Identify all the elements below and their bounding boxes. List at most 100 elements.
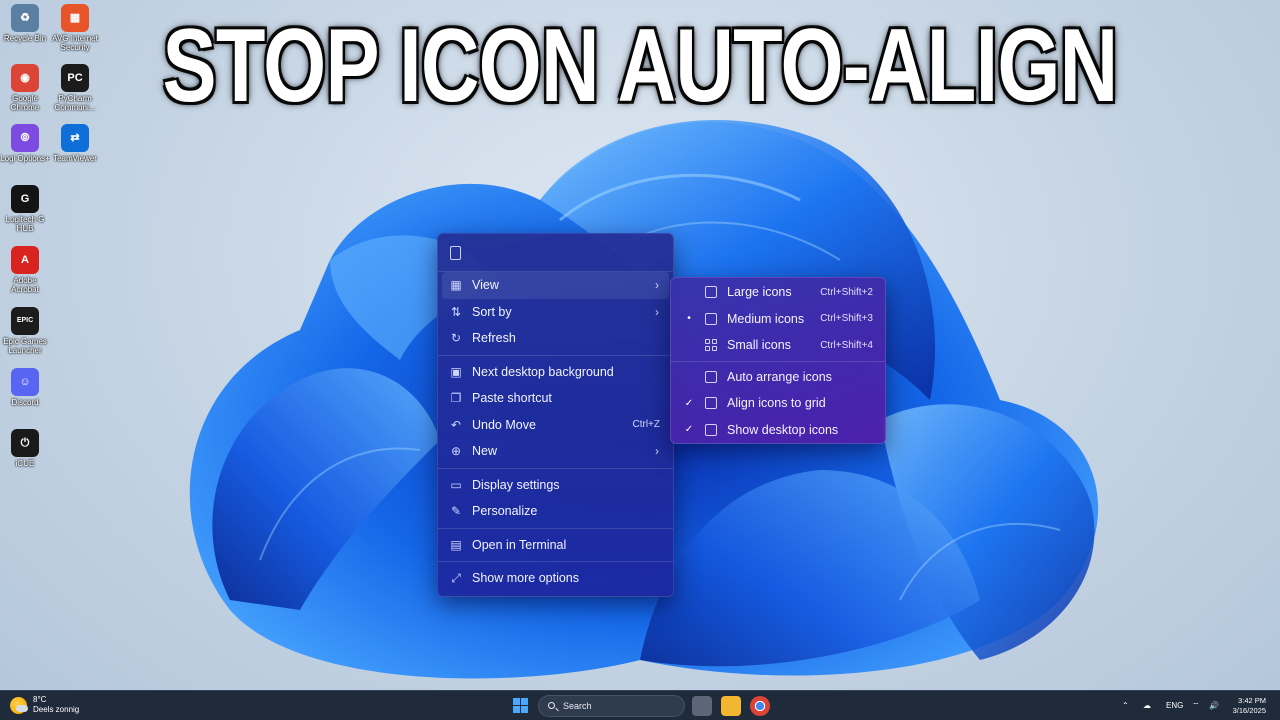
app-icon: G [11,185,39,213]
checkmark-icon: ✓ [684,424,694,436]
menu-item-label: Next desktop background [472,364,614,379]
tray-overflow-chevron-icon[interactable]: ⌃ [1122,691,1129,720]
desktop-icon-label: Adobe Acrobat [11,276,39,294]
desktop-icon[interactable]: G Logitech G HUB [0,185,50,233]
desktop-icon[interactable]: EPIC Epic Games Launcher [0,307,50,355]
headline-title: STOP ICON AUTO-ALIGN [162,8,1119,124]
desktop-icon[interactable]: ⏻ iCUE [0,429,50,468]
menu-separator [438,354,673,356]
desktop-context-menu: ▦ View › ⇅ Sort by › ↻ Refresh ▣ Next desktop bac… [437,233,674,597]
align-grid-icon [705,397,717,410]
desktop-icon[interactable]: ◉ Google Chrome [0,64,50,112]
menu-item-sort-by[interactable]: ⇅ Sort by › [438,299,673,326]
menu-item-paste-shortcut[interactable]: ❐ Paste shortcut [438,385,673,412]
submenu-item-shortcut: Ctrl+Shift+2 [820,286,873,298]
desktop-icon[interactable]: ♻ Recycle Bin [0,4,50,43]
menu-item-next-desktop-background[interactable]: ▣ Next desktop background [438,359,673,386]
wallpaper-icon: ▣ [450,364,462,379]
app-icon: ⦾ [11,124,39,152]
language-indicator[interactable]: ENG [1166,691,1183,720]
submenu-item-label: Medium icons [727,311,805,326]
menu-separator [438,527,673,529]
desktop-icon[interactable]: ☺ Discord [0,368,50,407]
weather-widget[interactable]: 8°C Deels zonnig [10,695,79,715]
submenu-item-auto-arrange-icons[interactable]: Auto arrange icons [671,364,885,391]
submenu-separator [671,360,885,362]
display-icon: ▭ [450,477,462,492]
menu-item-new[interactable]: ⊕ New › [438,438,673,465]
desktop-icon[interactable]: ⦾ Logi Options+ [0,124,50,163]
submenu-item-large-icons[interactable]: Large icons Ctrl+Shift+2 [671,279,885,306]
desktop-icon[interactable]: ⇄ TeamViewer [50,124,100,163]
start-button[interactable] [513,698,529,714]
desktop-icon-label: Google Chrome [10,94,40,112]
submenu-item-medium-icons[interactable]: • Medium icons Ctrl+Shift+3 [671,306,885,333]
submenu-item-align-icons-to-grid[interactable]: ✓ Align icons to grid [671,390,885,417]
menu-item-label: Paste shortcut [472,391,552,406]
desktop-icon-label: Logitech G HUB [5,215,45,233]
volume-icon[interactable]: 🔊 [1209,691,1219,720]
menu-separator [438,561,673,562]
menu-item-undo-move[interactable]: ↶ Undo Move Ctrl+Z [438,412,673,439]
chrome-taskbar-icon[interactable] [750,696,770,716]
desktop-icon[interactable]: PC PyCharm Communi... [50,64,100,112]
submenu-item-small-icons[interactable]: Small icons Ctrl+Shift+4 [671,332,885,359]
context-menu-quick-actions [438,234,673,272]
onedrive-cloud-icon[interactable]: ☁ [1143,691,1151,720]
app-icon: ◉ [11,64,39,92]
clock-date: 3/16/2025 [1232,706,1266,715]
menu-item-view[interactable]: ▦ View › [442,272,669,299]
search-label: Search [563,701,592,711]
app-icon: ⏻ [11,429,39,457]
desktop-icon[interactable]: ▦ AVG Internet Security [50,4,100,52]
undo-icon: ↶ [450,417,462,432]
submenu-item-label: Align icons to grid [727,396,826,411]
taskbar: 8°C Deels zonnig Search ⌃ ☁ ENG ⌔ 🔊 3:42… [0,690,1280,720]
menu-item-label: Open in Terminal [472,537,567,552]
terminal-icon: ▤ [450,537,462,552]
app-icon: ▦ [61,4,89,32]
menu-item-personalize[interactable]: ✎ Personalize [438,498,673,525]
file-explorer-icon[interactable] [721,696,741,716]
menu-item-label: Personalize [472,504,538,519]
menu-separator [438,467,673,469]
clipboard-icon[interactable] [450,246,461,260]
app-icon: ☺ [11,368,39,396]
desktop-icon-label: iCUE [15,459,35,468]
app-icon: A [11,246,39,274]
app-icon: ♻ [11,4,39,32]
menu-item-label: Sort by [472,304,512,319]
checkmark-icon: ✓ [684,397,694,409]
menu-item-label: New [472,444,498,459]
menu-item-show-more-options[interactable]: ⤢ Show more options [438,565,673,592]
weather-description: Deels zonnig [33,705,80,714]
app-icon: EPIC [11,307,39,335]
taskbar-search-box[interactable]: Search [538,695,685,717]
small-icons-icon [705,339,717,352]
chevron-right-icon: › [655,444,659,459]
wifi-icon[interactable]: ⌔ [1192,691,1200,720]
menu-item-label: View [472,278,499,293]
submenu-item-shortcut: Ctrl+Shift+3 [820,313,873,325]
submenu-item-shortcut: Ctrl+Shift+4 [820,339,873,351]
windows-logo-icon [513,698,520,705]
new-icon: ⊕ [450,444,462,459]
taskbar-clock[interactable]: 3:42 PM 3/16/2025 [1233,696,1266,716]
menu-item-display-settings[interactable]: ▭ Display settings [438,472,673,499]
submenu-item-label: Small icons [727,338,791,353]
submenu-item-label: Large icons [727,285,792,300]
task-view-icon[interactable] [692,696,712,716]
submenu-item-label: Auto arrange icons [727,369,832,384]
weather-partly-sunny-icon [10,696,28,714]
menu-item-open-in-terminal[interactable]: ▤ Open in Terminal [438,532,673,559]
search-icon [548,702,555,709]
menu-item-label: Show more options [472,571,580,586]
submenu-item-show-desktop-icons[interactable]: ✓ Show desktop icons [671,417,885,444]
sort-icon: ⇅ [450,304,462,319]
menu-item-label: Refresh [472,331,516,346]
desktop-icon-label: TeamViewer [53,154,97,163]
desktop-icon[interactable]: A Adobe Acrobat [0,246,50,294]
large-icons-icon [705,286,717,299]
menu-item-refresh[interactable]: ↻ Refresh [438,325,673,352]
desktop-icon-label: Discord [11,398,39,407]
